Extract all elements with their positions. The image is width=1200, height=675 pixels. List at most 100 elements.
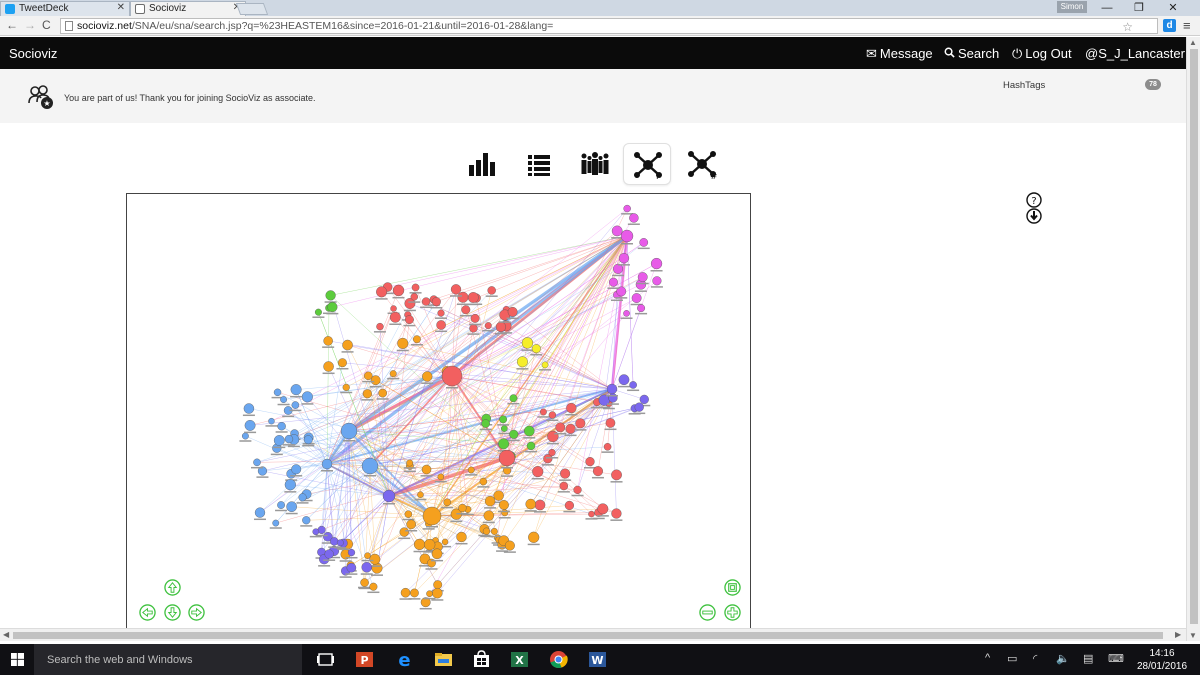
- graph-node[interactable]: [436, 320, 446, 330]
- graph-node[interactable]: [469, 324, 478, 333]
- wifi-icon[interactable]: ◜: [1033, 652, 1037, 665]
- new-tab-button[interactable]: [235, 3, 269, 15]
- graph-node[interactable]: [431, 297, 441, 307]
- graph-node[interactable]: [291, 464, 302, 475]
- graph-node[interactable]: [273, 435, 285, 446]
- graph-node[interactable]: [410, 293, 419, 301]
- volume-icon[interactable]: 🔈: [1056, 652, 1070, 665]
- graph-node[interactable]: [382, 489, 396, 503]
- graph-node[interactable]: [432, 587, 443, 599]
- graph-node[interactable]: [470, 313, 480, 323]
- graph-node[interactable]: [422, 371, 433, 382]
- graph-node[interactable]: [336, 539, 344, 547]
- graph-node[interactable]: [548, 411, 557, 419]
- graph-node[interactable]: [501, 509, 509, 517]
- graph-node[interactable]: [548, 448, 556, 457]
- graph-node[interactable]: [501, 425, 508, 432]
- graph-node[interactable]: [605, 418, 616, 428]
- graph-node[interactable]: [286, 501, 297, 512]
- tab-list[interactable]: [516, 143, 564, 185]
- keyboard-icon[interactable]: ⌨: [1108, 652, 1124, 665]
- tab-network[interactable]: i: [623, 143, 671, 185]
- graph-node[interactable]: [637, 304, 646, 313]
- graph-node[interactable]: [528, 531, 540, 543]
- graph-node[interactable]: [487, 286, 496, 295]
- scroll-right-icon[interactable]: ▶: [1175, 630, 1181, 639]
- close-window-icon[interactable]: ✕: [1158, 0, 1188, 16]
- show-hidden-icons[interactable]: ^: [985, 652, 990, 664]
- graph-node[interactable]: [426, 590, 433, 598]
- graph-node[interactable]: [392, 284, 405, 297]
- graph-node[interactable]: [340, 422, 358, 440]
- graph-node[interactable]: [634, 402, 644, 412]
- graph-node[interactable]: [347, 548, 356, 557]
- fit-to-screen-icon[interactable]: [724, 579, 741, 596]
- graph-node[interactable]: [301, 391, 313, 403]
- graph-node[interactable]: [376, 286, 388, 298]
- scroll-down-icon[interactable]: ▼: [1189, 631, 1197, 640]
- hashtags-link[interactable]: HashTags: [1003, 80, 1045, 91]
- graph-node[interactable]: [413, 335, 421, 344]
- graph-node[interactable]: [623, 204, 631, 213]
- graph-node[interactable]: [559, 481, 569, 491]
- graph-node[interactable]: [421, 297, 431, 306]
- pan-right-icon[interactable]: [188, 604, 205, 621]
- graph-node[interactable]: [437, 309, 445, 317]
- graph-node[interactable]: [541, 361, 549, 369]
- graph-node[interactable]: [244, 420, 256, 431]
- graph-node[interactable]: [406, 459, 414, 467]
- word-icon[interactable]: W: [588, 650, 607, 669]
- tab-hashtag-network[interactable]: #: [678, 143, 726, 185]
- reload-icon[interactable]: C: [42, 18, 51, 32]
- graph-node[interactable]: [399, 527, 409, 537]
- graph-node[interactable]: [364, 552, 371, 559]
- graph-node[interactable]: [389, 370, 397, 378]
- graph-node[interactable]: [490, 527, 498, 535]
- back-icon[interactable]: ←: [6, 18, 18, 32]
- graph-node[interactable]: [566, 402, 577, 414]
- minimize-icon[interactable]: —: [1092, 0, 1122, 16]
- powerpoint-icon[interactable]: P: [355, 650, 374, 669]
- graph-node[interactable]: [280, 396, 287, 403]
- graph-node[interactable]: [457, 291, 469, 303]
- graph-node[interactable]: [652, 276, 662, 286]
- graph-node[interactable]: [327, 301, 338, 313]
- graph-node[interactable]: [540, 408, 547, 416]
- forward-icon[interactable]: →: [24, 18, 36, 32]
- graph-node[interactable]: [555, 422, 566, 433]
- message-link[interactable]: ✉ Message: [866, 46, 933, 62]
- network-graph-canvas[interactable]: [126, 193, 751, 630]
- graph-node[interactable]: [390, 305, 397, 312]
- bookmark-star-icon[interactable]: ☆: [1122, 20, 1133, 34]
- graph-node[interactable]: [284, 434, 294, 444]
- extension-icon[interactable]: d: [1163, 19, 1176, 32]
- url-field[interactable]: socioviz.net/SNA/eu/sna/search.jsp?q=%23…: [60, 18, 1158, 34]
- graph-node[interactable]: [565, 423, 576, 434]
- graph-node[interactable]: [456, 531, 467, 543]
- pan-down-icon[interactable]: [164, 604, 181, 621]
- graph-node[interactable]: [361, 562, 372, 573]
- scroll-left-icon[interactable]: ◀: [3, 630, 9, 639]
- zoom-out-icon[interactable]: [699, 604, 716, 621]
- graph-node[interactable]: [441, 538, 449, 546]
- graph-node[interactable]: [525, 498, 536, 510]
- graph-node[interactable]: [413, 538, 426, 550]
- graph-node[interactable]: [499, 415, 508, 424]
- graph-node[interactable]: [618, 253, 630, 264]
- graph-node[interactable]: [507, 306, 518, 317]
- graph-node[interactable]: [526, 441, 536, 451]
- graph-node[interactable]: [493, 490, 504, 501]
- graph-node[interactable]: [467, 466, 475, 474]
- graph-node[interactable]: [534, 499, 546, 511]
- graph-node[interactable]: [585, 457, 595, 467]
- scrollbar-thumb[interactable]: [1190, 49, 1198, 624]
- graph-node[interactable]: [314, 308, 322, 316]
- download-icon[interactable]: [1026, 208, 1042, 224]
- taskbar-search-field[interactable]: Search the web and Windows: [34, 644, 302, 675]
- tab-tweetdeck[interactable]: TweetDeck ✕: [0, 1, 130, 16]
- vertical-scrollbar[interactable]: ▲ ▼: [1186, 37, 1200, 641]
- graph-node[interactable]: [521, 337, 534, 349]
- graph-node[interactable]: [639, 238, 649, 247]
- graph-node[interactable]: [461, 305, 471, 315]
- graph-node[interactable]: [575, 418, 586, 429]
